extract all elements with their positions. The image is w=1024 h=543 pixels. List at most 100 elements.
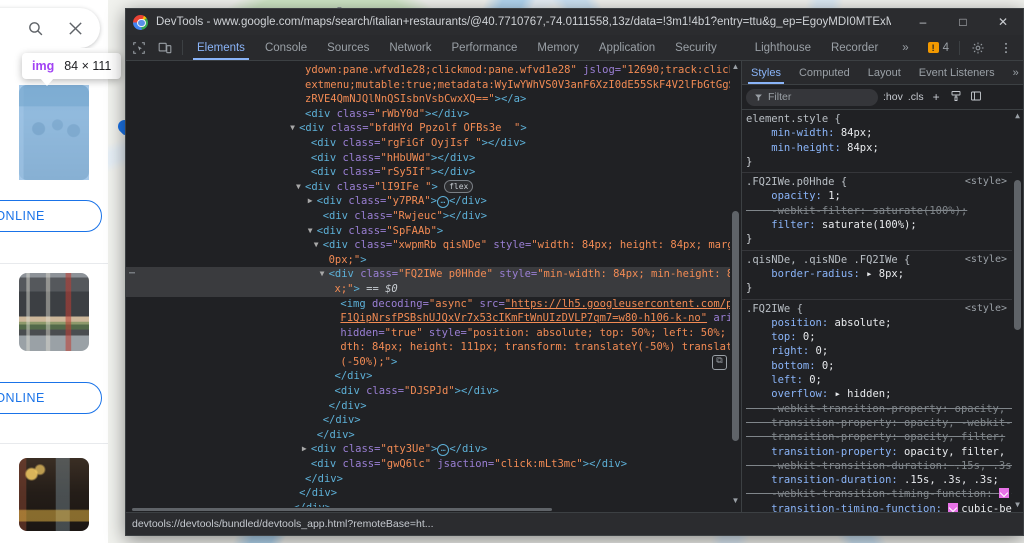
maps-search-bar[interactable] [0,8,100,48]
dom-tree-line[interactable]: </div> [126,486,741,501]
close-icon[interactable] [64,17,86,39]
declaration-value[interactable]: opacity, filter; [904,431,1005,443]
dom-tree-line[interactable]: ⋯ ▼ <div class="FQ2IWe p0Hhde" style="min-… [126,267,741,282]
toggle-sidebar-icon[interactable] [969,90,984,105]
style-declaration[interactable]: top: 0; [742,330,1023,344]
chevron-down-icon[interactable]: ▼ [314,238,319,253]
window-titlebar[interactable]: DevTools - www.google.com/maps/search/it… [126,9,1023,35]
dom-tree-line[interactable]: ▶ <div class="y7PRA">… </div> [126,194,741,209]
style-declaration[interactable]: border-radius: ▸ 8px; [742,267,1023,281]
style-declaration[interactable]: -webkit-transition-property: opacity, -w… [742,402,1023,416]
dom-tree-line[interactable]: </div> [126,413,741,428]
maps-results-sidebar[interactable]: ER ONLINE ER ONLINE [0,0,108,543]
styles-overflow-button[interactable]: » [1004,61,1023,84]
declaration-value[interactable]: ▸ 8px; [866,268,904,280]
declaration-value[interactable]: 0; [803,331,816,343]
styles-filter-input[interactable]: Filter [746,88,878,106]
kebab-menu-icon[interactable] [993,41,1019,55]
dom-tree-line[interactable]: x;"> == $0 [126,281,741,297]
order-online-button[interactable]: ER ONLINE [0,382,102,414]
plus-icon[interactable]: + [929,90,944,104]
dom-tree-line[interactable]: F1QipNrsfPSBshUJQxVr7x53cIKmFtWnUIzDVLP7… [126,311,741,326]
chevron-down-icon[interactable]: ▼ [290,121,295,136]
dom-tree-line[interactable]: ydown:pane.wfvd1e28;clickmod:pane.wfvd1e… [126,63,741,78]
chevron-down-icon[interactable]: ▼ [296,180,301,195]
declaration-value[interactable]: 1; [828,190,841,202]
flex-badge[interactable]: flex [444,179,474,193]
style-declaration[interactable]: min-width: 84px; [742,126,1023,140]
tab-memory[interactable]: Memory [527,35,589,60]
styles-vertical-scrollbar[interactable]: ▲ ▼ [1012,110,1023,512]
dom-tree-line[interactable]: ▼ <div class="bfdHYd Ppzolf OFBs3e "> [126,121,741,136]
cubic-bezier-swatch[interactable] [948,502,959,512]
scrollbar-thumb[interactable] [732,211,739,441]
dom-tree-line[interactable]: dth: 84px; height: 111px; transform: tra… [126,340,741,355]
dom-tree-vertical-scrollbar[interactable]: ▲ ▼ [730,61,741,512]
hover-state-button[interactable]: :hov [883,91,903,103]
declaration-value[interactable]: opacity, -webkit-filter; [904,417,1023,429]
dom-tree-lines[interactable]: ydown:pane.wfvd1e28;clickmod:pane.wfvd1e… [126,61,741,512]
declaration-value[interactable]: 84px; [847,142,879,154]
minimize-button[interactable]: – [903,9,943,35]
tab-console[interactable]: Console [255,35,317,60]
style-declaration[interactable]: right: 0; [742,344,1023,358]
scrollbar-thumb[interactable] [1014,180,1021,330]
device-toolbar-icon[interactable] [152,35,178,60]
dom-tree-line[interactable]: <div class="Rwjeuc"></div> [126,209,741,224]
order-online-button[interactable]: ER ONLINE [0,200,102,232]
class-toggle-button[interactable]: .cls [908,91,924,103]
dom-tree-line[interactable]: <div class="rSy5If"></div> [126,165,741,180]
style-declaration[interactable]: left: 0; [742,373,1023,387]
dom-tree-line[interactable]: ▼ <div class="SpFAAb"> [126,224,741,239]
list-item[interactable]: ER ONLINE [0,264,108,419]
tab-security[interactable]: Security [665,35,727,60]
dom-tree-line[interactable]: 0px;"> [126,253,741,268]
chevron-right-icon[interactable]: ▶ [302,442,307,457]
dom-tree-horizontal-scrollbar[interactable] [126,507,730,512]
scroll-up-arrow[interactable]: ▲ [730,61,741,72]
style-declaration[interactable]: filter: saturate(100%); [742,218,1023,232]
style-declaration[interactable]: -webkit-filter: saturate(100%); [742,204,1023,218]
style-origin-link[interactable]: <style> [965,175,1007,189]
scrollbar-thumb[interactable] [132,508,552,511]
style-declaration[interactable]: position: absolute; [742,316,1023,330]
dom-tree-line[interactable]: ▼ <div class="lI9IFe "> flex [126,179,741,195]
dom-tree-pane[interactable]: ydown:pane.wfvd1e28;clickmod:pane.wfvd1e… [126,61,742,512]
declaration-value[interactable]: absolute; [835,317,892,329]
search-icon[interactable] [24,17,46,39]
error-count-badge[interactable]: ! 4 [923,42,954,54]
style-rule[interactable]: .FQ2IWe.p0Hhde {<style> opacity: 1; -web… [742,173,1023,251]
tab-application[interactable]: Application [589,35,665,60]
image-preview-icon[interactable]: ⧉ [712,354,727,370]
styles-toolbar[interactable]: Filter :hov .cls + [742,85,1023,110]
declaration-value[interactable]: 84px; [841,127,873,139]
dom-tree-line[interactable]: ▼ <div class="xwpmRb qisNDe" style="width… [126,238,741,253]
declaration-value[interactable]: ▸ hidden; [835,388,892,400]
style-rule-selector[interactable]: .FQ2IWe {<style> [742,302,1023,316]
style-origin-link[interactable]: <style> [965,253,1007,267]
styles-pane[interactable]: Styles Computed Layout Event Listeners » Fi… [742,61,1023,512]
style-declaration[interactable]: transition-property: opacity, filter; [742,430,1023,444]
devtools-tabbar[interactable]: Elements Console Sources Network Performance… [126,35,1023,61]
dom-tree-line[interactable]: <div class="hHbUWd"></div> [126,151,741,166]
style-rule[interactable]: element.style { min-width: 84px; min-hei… [742,110,1023,174]
restaurant-bar-thumbnail[interactable] [19,458,89,531]
tab-network[interactable]: Network [379,35,441,60]
dom-tree-line[interactable]: zRVE4QmNJQlNnQSIsbnVsbCwxXQ=="></a> [126,92,741,107]
dom-tree-line[interactable]: hidden="true" style="position: absolute;… [126,326,741,341]
style-declaration[interactable]: -webkit-transition-duration: .15s, .3s, … [742,459,1023,473]
declaration-value[interactable]: 0; [822,360,835,372]
tab-performance[interactable]: Performance [442,35,528,60]
styles-tabbar[interactable]: Styles Computed Layout Event Listeners » [742,61,1023,85]
devtools-tabs[interactable]: Elements Console Sources Network Performance… [187,35,919,60]
dom-tree-line[interactable]: </div> [126,369,741,384]
cubic-bezier-swatch[interactable] [998,488,1009,499]
gear-icon[interactable] [965,41,991,55]
style-declaration[interactable]: opacity: 1; [742,189,1023,203]
styles-tab-layout[interactable]: Layout [859,61,910,84]
style-rule[interactable]: .qisNDe, .qisNDe .FQ2IWe {<style> border… [742,251,1023,300]
tab-lighthouse[interactable]: Lighthouse [745,35,821,60]
dom-tree-line[interactable]: extmenu;mutable:true;metadata:WyIwYWhVS0… [126,78,741,93]
scroll-up-arrow[interactable]: ▲ [1012,110,1023,121]
dom-tree-line[interactable]: <div class="rgFiGf OyjIsf "></div> [126,136,741,151]
